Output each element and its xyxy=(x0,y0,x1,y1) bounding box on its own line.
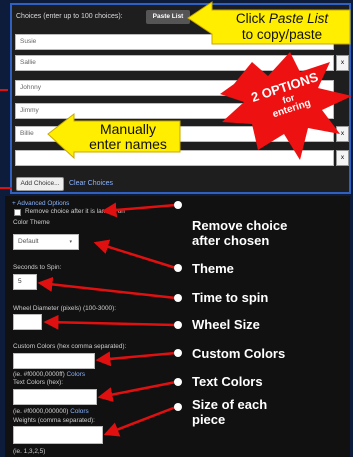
annotation-arrows xyxy=(37,201,182,437)
annotation-size: Wheel Size xyxy=(192,317,260,332)
annotation-weights: Size of each piece xyxy=(192,397,268,427)
annotation-remove: Remove choice after chosen xyxy=(192,218,288,248)
annotation-custom: Custom Colors xyxy=(192,346,286,361)
annotation-text: Text Colors xyxy=(192,374,263,389)
annotation-time: Time to spin xyxy=(192,290,269,305)
annotation-theme: Theme xyxy=(192,261,234,276)
page: { "choices": { "header_label": "Choices … xyxy=(0,0,353,457)
